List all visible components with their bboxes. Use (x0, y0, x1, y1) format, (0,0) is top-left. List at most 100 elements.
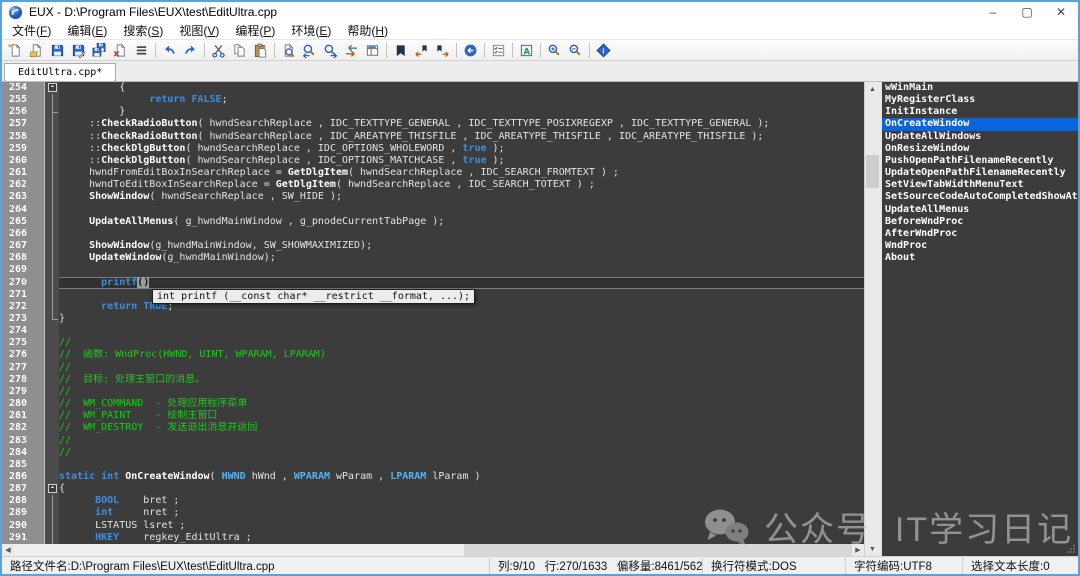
find-next-icon[interactable] (320, 41, 341, 60)
function-list-item[interactable]: UpdateOpenPathFilenameRecently (882, 167, 1078, 179)
find-prev-icon[interactable] (299, 41, 320, 60)
find-in-files-icon[interactable] (362, 41, 383, 60)
maximize-button[interactable]: ▢ (1010, 2, 1044, 22)
scroll-down-button[interactable]: ▼ (865, 542, 880, 556)
code-line[interactable]: 264 (2, 204, 864, 216)
function-list-item[interactable]: About (882, 252, 1078, 264)
code-line[interactable]: 291 HKEY regkey_EditUltra ; (2, 532, 864, 544)
code-line[interactable]: 263 ShowWindow( hwndSearchReplace , SW_H… (2, 191, 864, 203)
fold-marker[interactable]: - (44, 82, 59, 94)
function-list-item[interactable]: OnResizeWindow (882, 143, 1078, 155)
code-line[interactable]: 262 hwndToEditBoxInSearchReplace = GetDl… (2, 179, 864, 191)
prev-bookmark-icon[interactable] (411, 41, 432, 60)
open-file-icon[interactable] (26, 41, 47, 60)
h-scroll-track[interactable] (14, 544, 852, 556)
function-list-item[interactable]: AfterWndProc (882, 228, 1078, 240)
zoom-in-icon[interactable] (544, 41, 565, 60)
code-line[interactable]: 288 BOOL bret ; (2, 495, 864, 507)
menu-search[interactable]: 搜索(S) (115, 22, 171, 39)
code-line[interactable]: 256 } (2, 106, 864, 118)
code-line[interactable]: 279// (2, 386, 864, 398)
function-list-item[interactable]: SetSourceCodeAutoCompletedShowAt (882, 191, 1078, 203)
todo-list-icon[interactable] (488, 41, 509, 60)
replace-icon[interactable] (341, 41, 362, 60)
bookmark-icon[interactable] (390, 41, 411, 60)
code-line[interactable]: 260 ::CheckDlgButton( hwndSearchReplace … (2, 155, 864, 167)
resize-grip[interactable] (1067, 545, 1075, 553)
syntax-color-icon[interactable]: A (516, 41, 537, 60)
code-line[interactable]: 284// (2, 447, 864, 459)
menu-environment[interactable]: 环境(E) (283, 22, 339, 39)
scroll-right-button[interactable]: ▶ (852, 544, 864, 556)
code-line[interactable]: 281// WM_PAINT - 绘制主窗口 (2, 410, 864, 422)
function-list-item[interactable]: UpdateAllMenus (882, 204, 1078, 216)
code-line[interactable]: 286static int OnCreateWindow( HWND hWnd … (2, 471, 864, 483)
find-icon[interactable] (278, 41, 299, 60)
code-line[interactable]: 290 LSTATUS lsret ; (2, 520, 864, 532)
function-list-item[interactable]: InitInstance (882, 106, 1078, 118)
minimize-button[interactable]: – (976, 2, 1010, 22)
code-line[interactable]: 274 (2, 325, 864, 337)
code-line[interactable]: 257 ::CheckRadioButton( hwndSearchReplac… (2, 118, 864, 130)
next-bookmark-icon[interactable] (432, 41, 453, 60)
horizontal-scrollbar[interactable]: ◀ ▶ (2, 544, 864, 556)
code-line[interactable]: 283// (2, 435, 864, 447)
code-line[interactable]: 269 (2, 264, 864, 276)
code-line[interactable]: 267 ShowWindow(g_hwndMainWindow, SW_SHOW… (2, 240, 864, 252)
about-icon[interactable]: i (593, 41, 614, 60)
fold-marker[interactable]: - (44, 483, 59, 495)
code-line[interactable]: 287-{ (2, 483, 864, 495)
code-line[interactable]: 261 hwndFromEditBoxInSearchReplace = Get… (2, 167, 864, 179)
code-line[interactable]: 265 UpdateAllMenus( g_hwndMainWindow , g… (2, 216, 864, 228)
menu-file[interactable]: 文件(F) (4, 22, 59, 39)
code-line[interactable]: 270 printf() (2, 277, 864, 289)
go-back-icon[interactable] (460, 41, 481, 60)
redo-icon[interactable] (180, 41, 201, 60)
menu-edit[interactable]: 编辑(E) (59, 22, 115, 39)
new-file-icon[interactable]: * (5, 41, 26, 60)
cut-icon[interactable] (208, 41, 229, 60)
code-line[interactable]: 273} (2, 313, 864, 325)
code-line[interactable]: 282// WM_DESTROY - 发送退出消息并返回 (2, 422, 864, 434)
function-list-item[interactable]: OnCreateWindow (882, 118, 1078, 130)
menu-program[interactable]: 编程(P) (227, 22, 283, 39)
menu-view[interactable]: 视图(V) (171, 22, 227, 39)
code-line[interactable]: 266 (2, 228, 864, 240)
code-line[interactable]: 268 UpdateWindow(g_hwndMainWindow); (2, 252, 864, 264)
function-list-item[interactable]: PushOpenPathFilenameRecently (882, 155, 1078, 167)
tab-editultra-cpp[interactable]: EditUltra.cpp* (4, 63, 116, 81)
h-scroll-thumb[interactable] (14, 544, 464, 556)
code-line[interactable]: 258 ::CheckRadioButton( hwndSearchReplac… (2, 131, 864, 143)
function-list-item[interactable]: wWinMain (882, 82, 1078, 94)
code-line[interactable]: 276// 函数: WndProc(HWND, UINT, WPARAM, LP… (2, 349, 864, 361)
zoom-out-icon[interactable] (565, 41, 586, 60)
code-line[interactable]: 259 ::CheckDlgButton( hwndSearchReplace … (2, 143, 864, 155)
function-list-item[interactable]: MyRegisterClass (882, 94, 1078, 106)
save-as-icon[interactable] (68, 41, 89, 60)
function-list-item[interactable]: BeforeWndProc (882, 216, 1078, 228)
scroll-up-button[interactable]: ▲ (865, 82, 880, 96)
close-button[interactable]: ✕ (1044, 2, 1078, 22)
code-line[interactable]: 275// (2, 337, 864, 349)
scroll-left-button[interactable]: ◀ (2, 544, 14, 556)
paste-icon[interactable] (250, 41, 271, 60)
save-icon[interactable] (47, 41, 68, 60)
vertical-scrollbar[interactable]: ▲ ▼ (864, 82, 880, 556)
function-list-item[interactable]: SetViewTabWidthMenuText (882, 179, 1078, 191)
code-line[interactable]: 278// 目标: 处理主窗口的消息。 (2, 374, 864, 386)
code-line[interactable]: 277// (2, 362, 864, 374)
code-line[interactable]: 254- { (2, 82, 864, 94)
code-line[interactable]: 289 int nret ; (2, 507, 864, 519)
code-line[interactable]: 255 return FALSE; (2, 94, 864, 106)
save-all-icon[interactable] (89, 41, 110, 60)
copy-icon[interactable] (229, 41, 250, 60)
undo-icon[interactable] (159, 41, 180, 60)
code-line[interactable]: 280// WM_COMMAND - 处理应用程序菜单 (2, 398, 864, 410)
function-list-item[interactable]: WndProc (882, 240, 1078, 252)
code-line[interactable]: 285 (2, 459, 864, 471)
file-list-icon[interactable] (131, 41, 152, 60)
menu-help[interactable]: 帮助(H) (339, 22, 396, 39)
close-file-icon[interactable] (110, 41, 131, 60)
v-scroll-thumb[interactable] (866, 155, 879, 188)
function-list-item[interactable]: UpdateAllWindows (882, 131, 1078, 143)
